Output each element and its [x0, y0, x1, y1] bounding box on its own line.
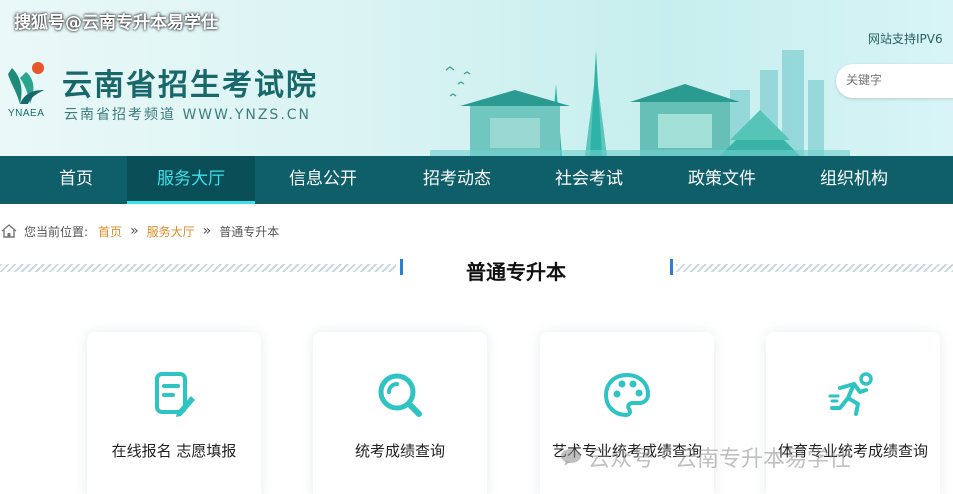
card-label: 在线报名 志愿填报 — [111, 442, 237, 460]
breadcrumb-separator: » — [202, 223, 212, 239]
title-tick-right — [670, 259, 673, 275]
form-edit-icon — [155, 372, 195, 417]
nav-item-admission-news[interactable]: 招考动态 — [393, 156, 521, 204]
title-tick-left — [400, 259, 403, 275]
ipv6-support-text: 网站支持IPV6 — [868, 32, 943, 46]
nav-item-social-exams[interactable]: 社会考试 — [525, 156, 653, 204]
title-stripe-right — [676, 264, 953, 272]
breadcrumb-separator: » — [130, 223, 139, 239]
runner-icon — [828, 372, 873, 416]
home-icon — [1, 224, 17, 238]
breadcrumb-home-link[interactable]: 首页 — [98, 223, 122, 240]
title-stripe-left — [0, 264, 396, 272]
nav-item-organization[interactable]: 组织机构 — [790, 156, 918, 204]
card-exam-score-query[interactable]: 统考成绩查询 — [313, 332, 487, 494]
nav-item-home[interactable]: 首页 — [12, 156, 140, 204]
kunming-skyline-illustration — [430, 50, 850, 156]
breadcrumb-service-link[interactable]: 服务大厅 — [147, 223, 195, 240]
breadcrumb-current: 普通专升本 — [219, 224, 280, 239]
nav-item-info-public[interactable]: 信息公开 — [259, 156, 387, 204]
palette-icon — [603, 372, 651, 418]
watermark-bottom: 云众号 · 云南专升本易学仕 — [560, 441, 851, 473]
search-box[interactable] — [836, 64, 953, 98]
watermark-bottom-text: 云众号 · 云南专升本易学仕 — [588, 447, 851, 472]
breadcrumb: 您当前位置: 首页 » 服务大厅 » 普通专升本 — [0, 220, 279, 242]
search-input[interactable] — [836, 64, 953, 96]
breadcrumb-prefix: 您当前位置: — [24, 224, 89, 239]
ynaea-logo-icon — [8, 62, 44, 104]
logo-abbreviation: YNAEA — [8, 108, 45, 119]
nav-item-service-hall[interactable]: 服务大厅 — [127, 156, 255, 204]
search-icon — [378, 373, 422, 417]
card-label: 统考成绩查询 — [354, 442, 445, 460]
chat-bubble-icon — [561, 449, 581, 466]
section-title: 普通专升本 — [466, 260, 566, 284]
nav-item-policy-docs[interactable]: 政策文件 — [658, 156, 786, 204]
site-title[interactable]: 云南省招生考试院 — [62, 60, 318, 104]
site-header: 搜狐号@云南专升本易学仕 YNAEA 云南省招生考试院 云南省招考频道 WWW.… — [0, 0, 953, 156]
section-title-row: 普通专升本 — [0, 256, 953, 284]
watermark-top: 搜狐号@云南专升本易学仕 — [14, 13, 218, 33]
site-subtitle: 云南省招考频道 WWW.YNZS.CN — [64, 107, 312, 123]
card-online-registration[interactable]: 在线报名 志愿填报 — [87, 332, 261, 494]
main-nav: 首页 服务大厅 信息公开 招考动态 社会考试 政策文件 组织机构 — [0, 156, 953, 204]
